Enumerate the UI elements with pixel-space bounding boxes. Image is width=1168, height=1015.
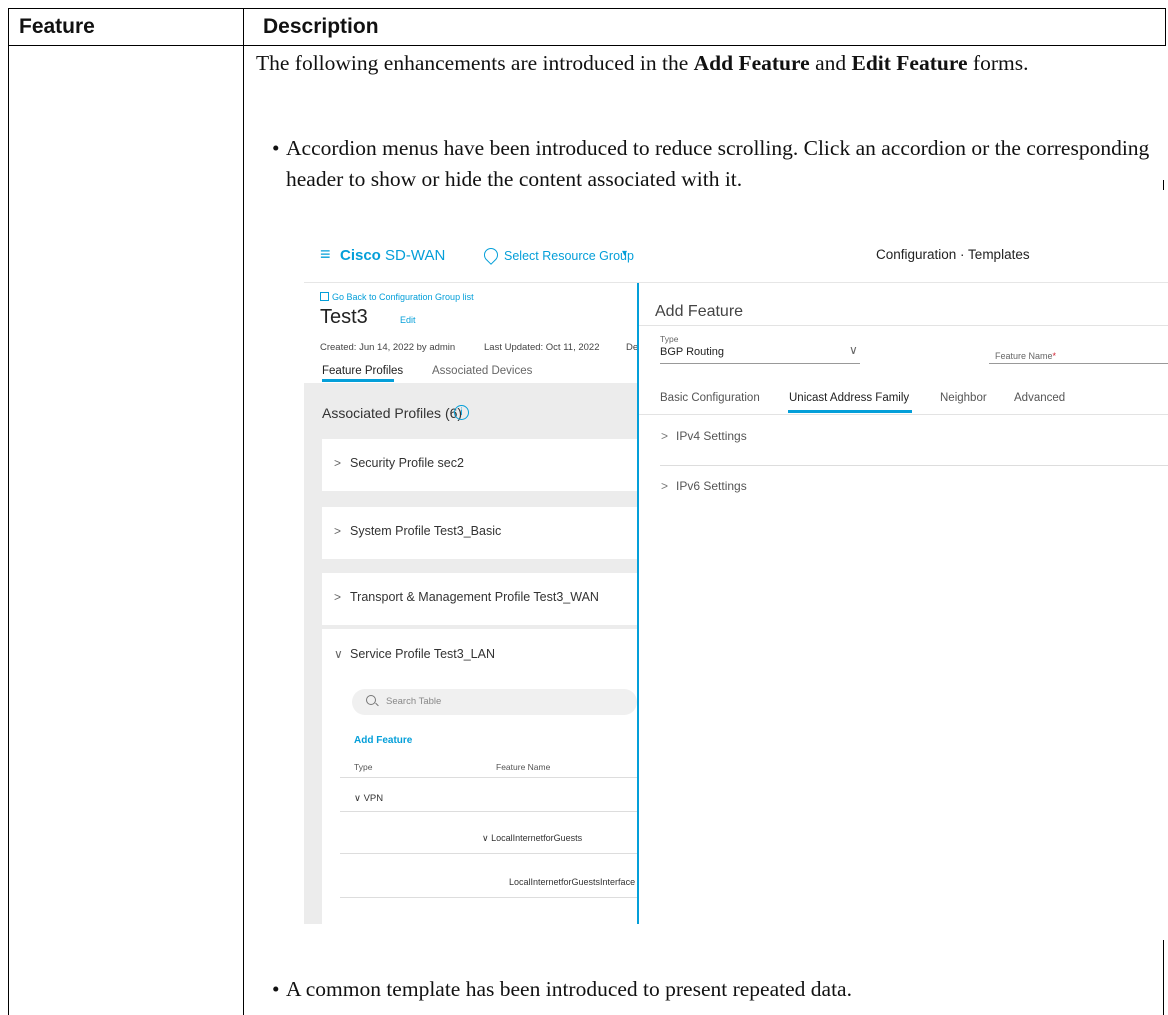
search-input[interactable]: Search Table (352, 689, 637, 715)
chevron-down-icon[interactable]: ∨ (334, 647, 343, 661)
info-icon[interactable]: i (454, 405, 469, 420)
brand-rest: SD-WAN (380, 247, 446, 264)
brand-logo: Cisco SD-WAN (340, 247, 445, 264)
profile-accordion-transport[interactable]: > Transport & Management Profile Test3_W… (322, 573, 637, 625)
divider (639, 325, 1168, 326)
back-link-label: Go Back to Configuration Group list (332, 292, 474, 302)
intro-edit-feature: Edit Feature (851, 51, 968, 75)
intro-add-feature: Add Feature (693, 51, 810, 75)
chevron-right-icon: > (334, 524, 342, 538)
column-divider (243, 8, 244, 1015)
chevron-right-icon: > (661, 479, 669, 493)
profile-accordion-security[interactable]: > Security Profile sec2 (322, 439, 637, 491)
add-feature-link[interactable]: Add Feature (354, 735, 412, 746)
type-select[interactable]: BGP Routing (660, 346, 724, 358)
hamburger-menu-icon[interactable]: ≡ (320, 244, 331, 265)
add-feature-panel: Add Feature Type BGP Routing ∨ Feature N… (639, 283, 1168, 924)
bullet-text: Accordion menus have been introduced to … (286, 136, 1150, 191)
intro-text: The following enhancements are introduce… (256, 51, 694, 75)
bullet-template: • A common template has been introduced … (272, 974, 1156, 1005)
type-underline (660, 363, 860, 364)
created-meta: Created: Jun 14, 2022 by admin (320, 342, 456, 353)
accordion-ipv6-settings[interactable]: > IPv6 Settings (661, 479, 747, 493)
intro-text: forms. (967, 51, 1029, 75)
resource-group-select[interactable]: Select Resource Group (504, 249, 634, 263)
accordion-label: IPv6 Settings (676, 479, 747, 493)
row-divider (340, 897, 637, 898)
table-row-local-internet-interface[interactable]: LocalInternetforGuestsInterface (509, 877, 635, 887)
active-tab-indicator (322, 379, 394, 382)
chevron-right-icon: > (334, 456, 342, 470)
header-feature: Feature (19, 15, 95, 38)
table-row-local-internet[interactable]: ∨ LocalInternetforGuests (482, 833, 582, 844)
divider (660, 465, 1168, 466)
accordion-ipv4-settings[interactable]: > IPv4 Settings (661, 429, 747, 443)
brand-bold: Cisco (340, 247, 381, 264)
chevron-right-icon: > (334, 590, 342, 604)
profile-tabs: Feature Profiles Associated Devices (304, 359, 637, 384)
feature-name-underline (989, 363, 1168, 364)
config-group-pane: Go Back to Configuration Group list Test… (304, 283, 638, 924)
app-top-bar: ≡ Cisco SD-WAN Select Resource Group ▾ C… (304, 228, 1168, 283)
tab-advanced[interactable]: Advanced (1014, 392, 1065, 404)
column-type: Type (354, 762, 373, 772)
page-title: Configuration · Templates (876, 247, 1030, 262)
tab-feature-profiles[interactable]: Feature Profiles (322, 365, 403, 377)
feature-name-label: Feature Name (995, 351, 1053, 361)
bullet-accordion: • Accordion menus have been introduced t… (272, 133, 1156, 195)
table-left-border (8, 8, 9, 1015)
tab-associated-devices[interactable]: Associated Devices (432, 365, 532, 377)
tab-basic-configuration[interactable]: Basic Configuration (660, 392, 760, 404)
row-divider (340, 853, 637, 854)
back-icon (320, 292, 329, 301)
table-row-vpn[interactable]: ∨ VPN (354, 793, 383, 804)
chevron-right-icon: > (661, 429, 669, 443)
tab-neighbor[interactable]: Neighbor (940, 392, 987, 404)
row-divider (340, 777, 637, 778)
feature-name-field[interactable]: Feature Name* (995, 351, 1056, 361)
intro-text: and (809, 51, 852, 75)
header-description: Description (263, 15, 379, 38)
profile-accordion-service: ∨ Service Profile Test3_LAN Search Table… (322, 629, 637, 924)
bullet-dot: • (272, 977, 280, 1001)
table-right-border-mark (1163, 940, 1164, 1015)
column-feature-name: Feature Name (496, 762, 551, 772)
embedded-screenshot: ≡ Cisco SD-WAN Select Resource Group ▾ C… (304, 228, 1168, 924)
accordion-label: IPv4 Settings (676, 429, 747, 443)
row-divider (340, 811, 637, 812)
intro-paragraph: The following enhancements are introduce… (256, 48, 1156, 79)
table-right-border-mark (1163, 180, 1164, 190)
chevron-down-icon[interactable]: ▾ (622, 248, 627, 259)
search-placeholder: Search Table (386, 696, 442, 707)
profile-accordion-system[interactable]: > System Profile Test3_Basic (322, 507, 637, 559)
edit-link[interactable]: Edit (400, 315, 416, 325)
updated-meta: Last Updated: Oct 11, 2022 (484, 342, 600, 353)
associated-profiles-area: Associated Profiles (6) i > Security Pro… (304, 383, 637, 924)
tab-unicast-address-family[interactable]: Unicast Address Family (789, 392, 909, 404)
associated-profiles-title: Associated Profiles (6) (322, 405, 463, 421)
table-header-row: Feature Description (8, 8, 1166, 46)
chevron-down-icon[interactable]: ∨ (849, 343, 858, 357)
location-pin-icon (481, 245, 501, 265)
required-mark: * (1052, 351, 1057, 361)
bullet-text: A common template has been introduced to… (286, 977, 852, 1001)
active-tab-indicator (788, 410, 912, 413)
back-link[interactable]: Go Back to Configuration Group list (320, 292, 474, 302)
search-icon (366, 695, 376, 705)
profile-label[interactable]: Service Profile Test3_LAN (350, 647, 495, 661)
bullet-dot: • (272, 136, 280, 160)
divider (639, 414, 1168, 415)
type-label: Type (660, 334, 679, 344)
profile-label: Transport & Management Profile Test3_WAN (350, 590, 599, 604)
profile-label: Security Profile sec2 (350, 456, 464, 470)
profile-label: System Profile Test3_Basic (350, 524, 502, 538)
panel-title: Add Feature (655, 303, 744, 320)
group-title: Test3 (320, 306, 368, 328)
